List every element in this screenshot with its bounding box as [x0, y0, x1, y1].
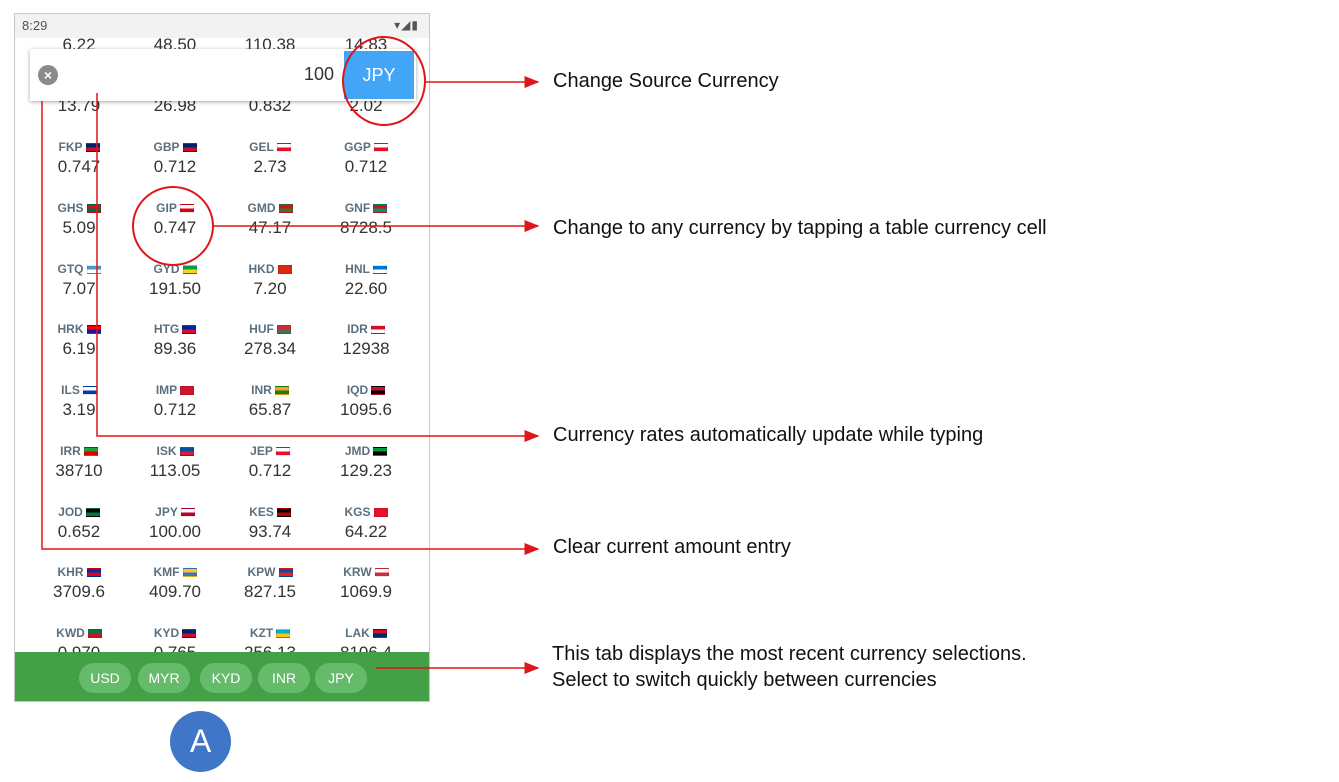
arrow-clear-entry	[41, 101, 540, 555]
annotation-change-source: Change Source Currency	[553, 70, 779, 92]
fab-a-button[interactable]: A	[170, 711, 231, 772]
annotation-tap-cell: Change to any currency by tapping a tabl…	[553, 217, 1047, 239]
annotation-recent-line2: Select to switch quickly between currenc…	[552, 669, 937, 691]
annotation-auto-update: Currency rates automatically update whil…	[553, 424, 984, 446]
annotation-recent-line1: This tab displays the most recent curren…	[552, 643, 1027, 665]
annotation-clear-entry: Clear current amount entry	[553, 536, 791, 558]
arrow-auto-update	[96, 93, 540, 442]
